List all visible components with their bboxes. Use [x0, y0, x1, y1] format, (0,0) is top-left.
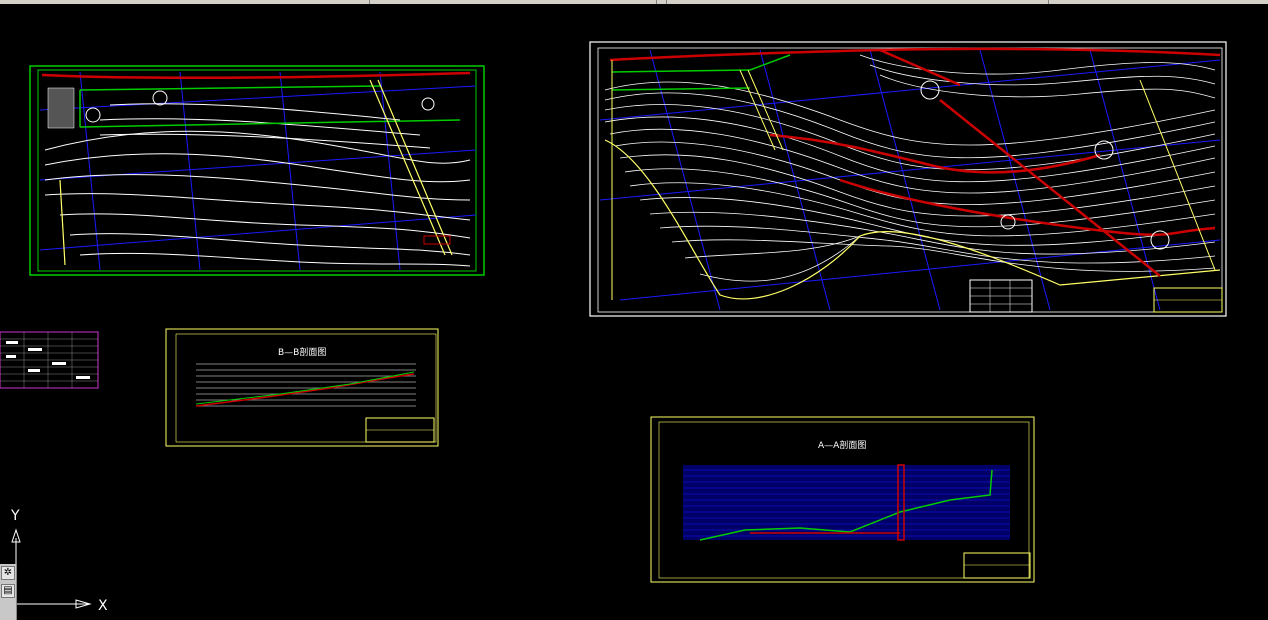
layer-tool-icon[interactable]: ▤ — [1, 584, 15, 598]
ucs-y-label: Y — [10, 508, 20, 524]
ucs-x-label: X — [98, 598, 108, 614]
bb-section-title: B—B剖面图 — [278, 346, 326, 358]
plan-sheet-left[interactable] — [29, 65, 485, 276]
plan-sheet-right[interactable] — [589, 41, 1227, 317]
model-space-canvas[interactable]: B—B剖面图 A—A剖面图 Y X — [0, 0, 1268, 620]
legend-table[interactable] — [0, 331, 99, 389]
ucs-toolbar[interactable]: ✲ ▤ — [0, 564, 17, 620]
drawing-viewport[interactable]: B—B剖面图 A—A剖面图 Y X ✲ ▤ — [0, 0, 1268, 620]
bb-section-sheet[interactable] — [165, 328, 439, 447]
aa-section-title: A—A剖面图 — [818, 439, 866, 451]
snap-tool-icon[interactable]: ✲ — [1, 566, 15, 580]
ucs-axis-icon — [11, 528, 92, 609]
